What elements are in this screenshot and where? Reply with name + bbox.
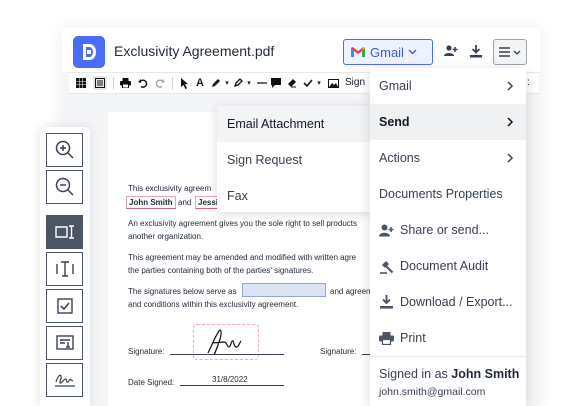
document-title: Exclusivity Agreement.pdf xyxy=(114,43,275,59)
signed-in-prefix: Signed in as xyxy=(379,367,448,381)
signature-line-2 xyxy=(362,354,370,355)
app-logo[interactable] xyxy=(73,36,105,68)
doc-paragraph-2b: another organization. xyxy=(128,232,204,241)
line-tool-icon[interactable] xyxy=(255,76,269,90)
menu-item-gmail[interactable]: Gmail xyxy=(370,68,526,104)
signature-line xyxy=(170,354,284,355)
chevron-down-icon xyxy=(408,49,417,55)
grid-view-icon[interactable] xyxy=(74,76,88,90)
menu-item-document-audit[interactable]: Document Audit xyxy=(370,248,526,284)
chevron-right-icon xyxy=(507,81,514,91)
signed-in-name: John Smith xyxy=(451,367,520,381)
sign-tool-label[interactable]: Sign xyxy=(345,77,365,88)
handwritten-signature-icon xyxy=(207,329,242,356)
menu-item-label: Gmail xyxy=(379,79,412,93)
doc-line-intro: This exclusivity agreem xyxy=(128,184,212,193)
form-field-tool-button[interactable] xyxy=(46,326,83,360)
user-email: john.smith@gmail.com xyxy=(379,386,486,398)
cursor-icon[interactable] xyxy=(177,76,191,90)
submenu-sign-request[interactable]: Sign Request xyxy=(217,142,374,178)
text-field-tool-button[interactable] xyxy=(46,252,83,286)
menu-item-label: Document Audit xyxy=(400,259,489,273)
hamburger-icon xyxy=(499,47,510,57)
text-cursor-icon xyxy=(55,261,74,277)
header-bar: Exclusivity Agreement.pdf Gmail xyxy=(62,28,540,72)
chevron-down-icon[interactable]: ▾ xyxy=(312,76,326,90)
menu-item-label: Share or send... xyxy=(400,223,489,237)
menu-item-print[interactable]: Print xyxy=(370,320,526,356)
gavel-icon xyxy=(379,259,394,274)
doc-and-text: and xyxy=(178,198,192,207)
signature-tool-button[interactable] xyxy=(46,363,83,397)
zoom-in-button[interactable] xyxy=(46,133,83,167)
text-field-box[interactable] xyxy=(242,283,326,297)
comment-icon[interactable] xyxy=(269,76,283,90)
download-icon[interactable] xyxy=(467,42,485,60)
gmail-button[interactable]: Gmail xyxy=(343,39,433,65)
doc-paragraph-2a: An exclusivity agreement gives you the s… xyxy=(128,219,358,228)
zoom-out-icon xyxy=(55,177,74,196)
main-dropdown-menu: Gmail Send Actions Documents Properties … xyxy=(370,68,526,406)
doc-paragraph-3a: This agreement may be amended and modifi… xyxy=(128,253,357,262)
menu-item-label: Actions xyxy=(379,151,420,165)
date-signed-label: Date Signed: xyxy=(128,378,175,387)
menu-item-share[interactable]: Share or send... xyxy=(370,212,526,248)
print-icon[interactable] xyxy=(118,76,132,90)
signature-label-2: Signature: xyxy=(320,347,357,356)
menu-item-actions[interactable]: Actions xyxy=(370,140,526,176)
undo-icon[interactable] xyxy=(136,76,150,90)
menu-divider xyxy=(370,356,526,357)
menu-item-label: Documents Properties xyxy=(379,187,503,201)
doc-paragraph-4c: and conditions within this exclusivity a… xyxy=(128,300,299,309)
text-box-tool-button[interactable] xyxy=(46,215,83,249)
chevron-right-icon xyxy=(507,153,514,163)
text-tool-icon[interactable]: A xyxy=(193,76,207,90)
gmail-icon xyxy=(351,47,365,57)
form-field-icon xyxy=(55,335,74,350)
send-submenu: Email Attachment Sign Request Fax xyxy=(217,106,374,212)
submenu-fax[interactable]: Fax xyxy=(217,178,374,214)
checkbox-icon xyxy=(56,298,73,314)
image-icon[interactable] xyxy=(326,76,340,90)
gmail-button-label: Gmail xyxy=(370,44,404,60)
add-user-icon[interactable] xyxy=(442,42,460,60)
eraser-icon[interactable] xyxy=(285,76,299,90)
redo-icon[interactable] xyxy=(153,76,167,90)
toolbar-overflow-indicator: : xyxy=(527,77,530,88)
add-user-icon xyxy=(379,223,394,238)
chevron-down-icon[interactable]: ▾ xyxy=(242,76,256,90)
download-icon xyxy=(379,295,394,310)
doc-paragraph-3b: the parties containing both of the parti… xyxy=(128,266,314,275)
text-box-icon xyxy=(54,225,74,239)
menu-item-label: Send xyxy=(379,115,410,129)
doc-paragraph-4a: The signatures below serve as xyxy=(128,287,237,296)
doc-paragraph-4b: and agreem xyxy=(330,287,373,296)
menu-item-label: Download / Export... xyxy=(400,295,513,309)
submenu-email-attachment[interactable]: Email Attachment xyxy=(217,106,374,142)
party-one-field[interactable]: John Smith xyxy=(126,196,176,209)
date-line xyxy=(180,385,284,386)
chevron-down-icon xyxy=(513,50,521,55)
tool-sidebar xyxy=(40,127,90,406)
zoom-out-button[interactable] xyxy=(46,170,83,204)
signature-label: Signature: xyxy=(128,347,165,356)
menu-item-send[interactable]: Send xyxy=(370,104,526,140)
menu-item-document-properties[interactable]: Documents Properties xyxy=(370,176,526,212)
menu-item-label: Print xyxy=(400,331,426,345)
main-menu-button[interactable] xyxy=(493,39,527,65)
print-icon xyxy=(379,331,394,346)
signature-tool-icon xyxy=(54,374,75,387)
chevron-right-icon xyxy=(507,117,514,127)
date-signed-value[interactable]: 31/8/2022 xyxy=(212,375,248,384)
logo-icon xyxy=(83,44,96,60)
zoom-in-icon xyxy=(55,140,74,159)
signed-in-text: Signed in as John Smith xyxy=(379,367,519,381)
menu-item-download-export[interactable]: Download / Export... xyxy=(370,284,526,320)
page-view-icon[interactable] xyxy=(93,76,107,90)
checkbox-tool-button[interactable] xyxy=(46,289,83,323)
